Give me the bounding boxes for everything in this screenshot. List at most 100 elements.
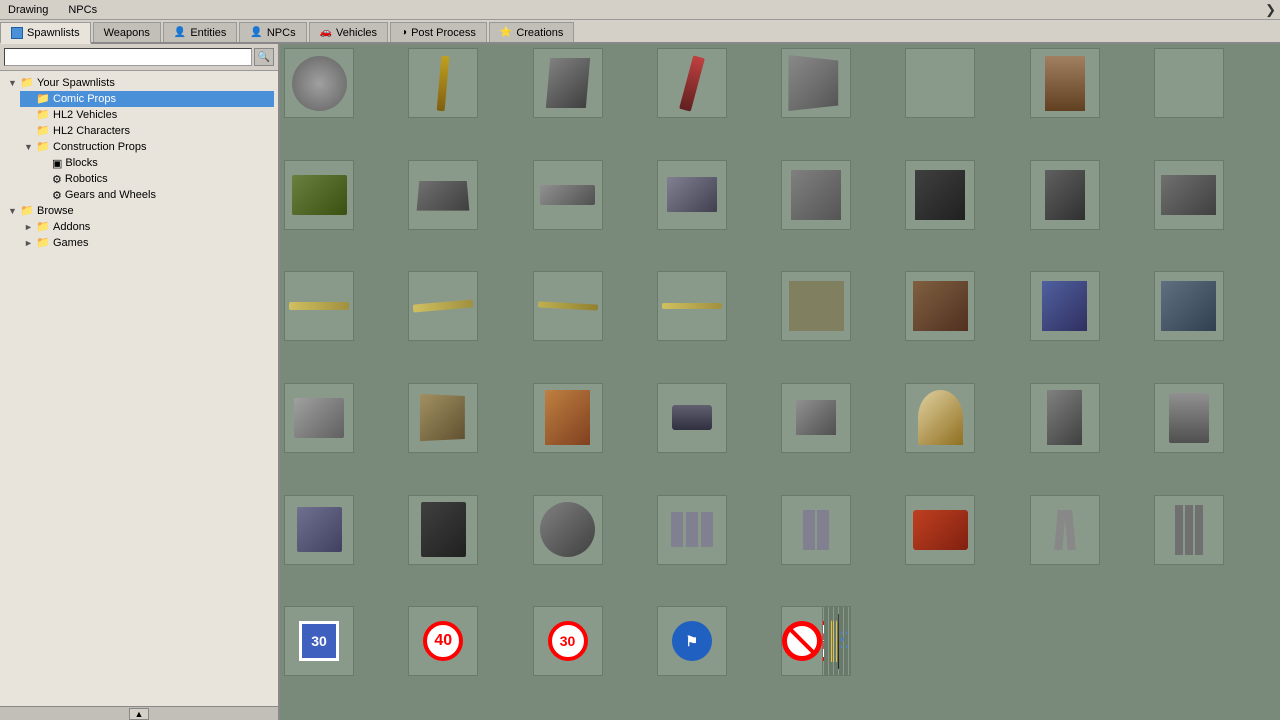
gears-icon: ⚙ [52, 189, 62, 202]
tree-item-gears[interactable]: ⚙ Gears and Wheels [36, 187, 274, 203]
cell-inner-34 [540, 502, 595, 557]
grid-cell-43[interactable]: ⚑ [657, 606, 727, 676]
grid-cell-2[interactable] [533, 48, 603, 118]
expand-btn[interactable]: ❯ [1265, 2, 1276, 18]
menu-drawing[interactable]: Drawing [4, 4, 52, 16]
spawnlists-icon [11, 27, 23, 39]
cell-inner-42: 30 [538, 611, 598, 671]
tab-postprocess-label: Post Process [411, 27, 476, 39]
grid-cell-39[interactable] [1154, 495, 1224, 565]
grid-cell-8[interactable] [284, 160, 354, 230]
tab-bar: Spawnlists Weapons 👤 Entities 👤 NPCs 🚗 V… [0, 20, 1280, 44]
tree-children-browse: ► 📁 Addons ► 📁 Games [4, 219, 274, 251]
grid-cell-23[interactable] [1154, 271, 1224, 341]
grid-cell-35[interactable] [657, 495, 727, 565]
tree-item-comic-props[interactable]: 📁 Comic Props [20, 91, 274, 107]
grid-cell-21[interactable] [905, 271, 975, 341]
tree-label-hl2v: HL2 Vehicles [53, 109, 117, 121]
search-button[interactable]: 🔍 [254, 48, 274, 66]
grid-cell-42[interactable]: 30 [533, 606, 603, 676]
grid-cell-27[interactable] [657, 383, 727, 453]
grid-cell-29[interactable] [905, 383, 975, 453]
grid-cell-22[interactable] [1030, 271, 1100, 341]
grid-cell-19[interactable] [657, 271, 727, 341]
tree-item-browse[interactable]: ▼ 📁 Browse [4, 203, 274, 219]
tree-item-hl2-vehicles[interactable]: 📁 HL2 Vehicles [20, 107, 274, 123]
tree-item-spawnlists[interactable]: ▼ 📁 Your Spawnlists [4, 75, 274, 91]
tab-creations[interactable]: ⭐ Creations [489, 22, 575, 42]
grid-cell-9[interactable] [408, 160, 478, 230]
tree-label-addons: Addons [53, 221, 90, 233]
grid-cell-6[interactable] [1030, 48, 1100, 118]
grid-cell-13[interactable] [905, 160, 975, 230]
grid-cell-40[interactable]: 30 [284, 606, 354, 676]
tree-label-blocks: Blocks [65, 157, 97, 169]
search-bar: 🔍 [0, 44, 278, 71]
grid-cell-1[interactable] [408, 48, 478, 118]
search-input[interactable] [4, 48, 252, 66]
tab-creations-label: Creations [516, 27, 563, 39]
toggle-games: ► [24, 238, 36, 248]
tree-item-robotics[interactable]: ⚙ Robotics [36, 171, 274, 187]
grid-cell-30[interactable] [1030, 383, 1100, 453]
grid-cell-44[interactable]: ⛔ Е К Д [781, 606, 851, 676]
grid-cell-25[interactable] [408, 383, 478, 453]
tree-item-addons[interactable]: ► 📁 Addons [20, 219, 274, 235]
grid-cell-17[interactable] [408, 271, 478, 341]
grid-cell-36[interactable] [781, 495, 851, 565]
tree-item-blocks[interactable]: ▣ Blocks [36, 155, 274, 171]
grid-cell-18[interactable] [533, 271, 603, 341]
grid-cell-20[interactable] [781, 271, 851, 341]
grid-cell-31[interactable] [1154, 383, 1224, 453]
grid-cell-0[interactable] [284, 48, 354, 118]
tab-vehicles[interactable]: 🚗 Vehicles [309, 22, 388, 42]
folder-icon-hl2c: 📁 [36, 124, 50, 138]
bottom-left-btn[interactable]: ▲ [129, 708, 149, 720]
grid-cell-5[interactable] [905, 48, 975, 118]
grid-cell-7[interactable] [1154, 48, 1224, 118]
tree-label-browse: Browse [37, 205, 74, 217]
grid-cell-11[interactable] [657, 160, 727, 230]
grid-cell-33[interactable] [408, 495, 478, 565]
grid-cell-34[interactable] [533, 495, 603, 565]
cell-inner-16 [289, 302, 349, 310]
grid-cell-26[interactable] [533, 383, 603, 453]
center-panel[interactable]: 30 40 30 ⚑ ⛔ Е К Д ⚒ Tools Ut [280, 44, 1280, 720]
grid-cell-15[interactable] [1154, 160, 1224, 230]
grid-cell-55[interactable] [847, 606, 850, 676]
cell-inner-39 [1159, 500, 1219, 560]
grid-cell-10[interactable] [533, 160, 603, 230]
main-layout: 🔍 ▼ 📁 Your Spawnlists 📁 Comic Props 📁 [0, 44, 1280, 720]
grid-cell-28[interactable] [781, 383, 851, 453]
grid-cell-32[interactable] [284, 495, 354, 565]
grid-cell-12[interactable] [781, 160, 851, 230]
tree-item-hl2-chars[interactable]: 📁 HL2 Characters [20, 123, 274, 139]
grid-cell-3[interactable] [657, 48, 727, 118]
postprocess-icon: ◑ [401, 27, 407, 38]
cell-inner-15 [1161, 175, 1216, 215]
cell-inner-38 [1035, 500, 1095, 560]
grid-cell-16[interactable] [284, 271, 354, 341]
tab-entities[interactable]: 👤 Entities [163, 22, 238, 42]
grid-cell-4[interactable] [781, 48, 851, 118]
tab-npcs[interactable]: 👤 NPCs [239, 22, 306, 42]
grid-cell-38[interactable] [1030, 495, 1100, 565]
cell-inner-29 [918, 390, 963, 445]
toggle-addons: ► [24, 222, 36, 232]
cell-inner-40: 30 [289, 611, 349, 671]
folder-icon-browse: 📁 [20, 204, 34, 218]
tree-item-games[interactable]: ► 📁 Games [20, 235, 274, 251]
cell-inner-21 [913, 281, 968, 331]
cell-inner-26 [545, 390, 590, 445]
npcs-icon: 👤 [250, 27, 262, 38]
menu-npcs[interactable]: NPCs [64, 4, 101, 16]
grid-cell-24[interactable] [284, 383, 354, 453]
tab-weapons[interactable]: Weapons [93, 22, 161, 42]
folder-icon-addons: 📁 [36, 220, 50, 234]
grid-cell-37[interactable] [905, 495, 975, 565]
tree-item-construction[interactable]: ▼ 📁 Construction Props [20, 139, 274, 155]
grid-cell-41[interactable]: 40 [408, 606, 478, 676]
tab-postprocess[interactable]: ◑ Post Process [390, 22, 487, 42]
grid-cell-14[interactable] [1030, 160, 1100, 230]
tab-spawnlists[interactable]: Spawnlists [0, 22, 91, 44]
